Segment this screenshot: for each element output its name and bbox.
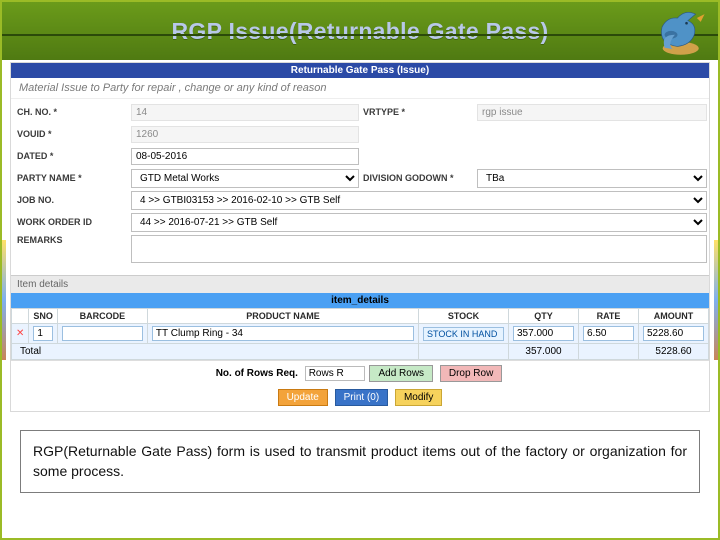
total-label: Total [12, 344, 419, 360]
item-grid: SNO BARCODE PRODUCT NAME STOCK QTY RATE … [11, 308, 709, 360]
cell-sno[interactable] [33, 326, 53, 341]
delete-row-icon[interactable]: ✕ [12, 324, 29, 344]
dated-field[interactable] [131, 148, 359, 165]
item-details-tab[interactable]: Item details [11, 275, 709, 293]
col-amount: AMOUNT [639, 309, 709, 324]
label-vrtype: VRTYPE * [363, 107, 473, 117]
label-remarks: REMARKS [17, 235, 127, 245]
total-amount: 5228.60 [639, 344, 709, 360]
label-division: DIVISION GODOWN * [363, 173, 473, 183]
rgp-form: Returnable Gate Pass (Issue) Material Is… [10, 62, 710, 412]
label-dated: DATED * [17, 151, 127, 161]
label-vouid: VOUID * [17, 129, 127, 139]
col-product: PRODUCT NAME [147, 309, 418, 324]
update-button[interactable]: Update [278, 389, 328, 406]
col-qty: QTY [509, 309, 579, 324]
cell-qty[interactable] [513, 326, 574, 341]
cell-product[interactable] [152, 326, 414, 341]
modify-button[interactable]: Modify [395, 389, 442, 406]
add-rows-button[interactable]: Add Rows [369, 365, 433, 382]
workorder-select[interactable]: 44 >> 2016-07-21 >> GTB Self [131, 213, 707, 232]
remarks-field[interactable] [131, 235, 707, 263]
cell-rate[interactable] [583, 326, 634, 341]
item-details-bar: item_details [11, 293, 709, 308]
form-subheading: Material Issue to Party for repair , cha… [11, 78, 709, 99]
col-rate: RATE [579, 309, 639, 324]
col-sno: SNO [29, 309, 58, 324]
col-barcode: BARCODE [57, 309, 147, 324]
action-bar: Update Print (0) Modify [11, 386, 709, 411]
cell-barcode[interactable] [62, 326, 143, 341]
page-title: RGP Issue(Returnable Gate Pass) [171, 18, 548, 45]
chno-field[interactable] [131, 104, 359, 121]
division-select[interactable]: TBa [477, 169, 707, 188]
cell-amount[interactable] [643, 326, 704, 341]
party-select[interactable]: GTD Metal Works [131, 169, 359, 188]
rows-control-bar: No. of Rows Req. Add Rows Drop Row [11, 360, 709, 386]
label-party: PARTY NAME * [17, 173, 127, 183]
cell-stock[interactable] [423, 327, 504, 341]
total-row: Total 357.000 5228.60 [12, 344, 709, 360]
drop-row-button[interactable]: Drop Row [440, 365, 502, 382]
total-qty: 357.000 [509, 344, 579, 360]
slide-caption: RGP(Returnable Gate Pass) form is used t… [20, 430, 700, 493]
page-header: RGP Issue(Returnable Gate Pass) [2, 2, 718, 60]
table-row: ✕ [12, 324, 709, 344]
label-jobno: JOB NO. [17, 195, 127, 205]
vouid-field[interactable] [131, 126, 359, 143]
jobno-select[interactable]: 4 >> GTBI03153 >> 2016-02-10 >> GTB Self [131, 191, 707, 210]
col-del [12, 309, 29, 324]
print-button[interactable]: Print (0) [335, 389, 389, 406]
bird-illustration [645, 0, 710, 58]
vrtype-field[interactable] [477, 104, 707, 121]
rows-req-input[interactable] [305, 366, 365, 381]
col-stock: STOCK [419, 309, 509, 324]
label-chno: CH. NO. * [17, 107, 127, 117]
rows-req-label: No. of Rows Req. [216, 368, 298, 379]
label-workorder: WORK ORDER ID [17, 217, 127, 227]
form-title-bar: Returnable Gate Pass (Issue) [11, 63, 709, 78]
